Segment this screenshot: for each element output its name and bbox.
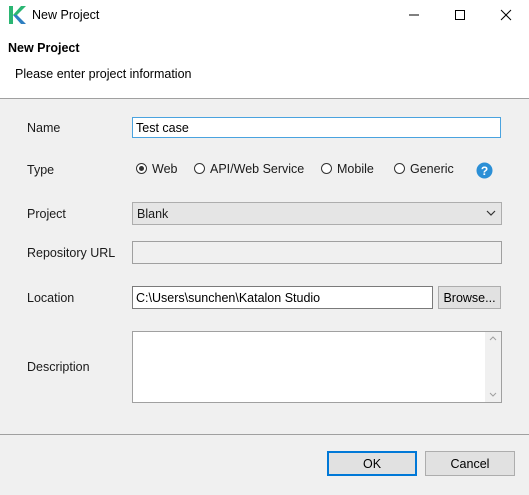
minimize-icon [409,14,419,16]
location-field[interactable] [132,286,433,309]
maximize-icon [455,10,465,20]
name-label: Name [27,121,61,135]
description-label: Description [27,360,90,374]
header-title: New Project [8,41,80,55]
window-title: New Project [32,8,100,22]
close-icon [500,9,512,21]
project-select-value: Blank [137,207,169,221]
window-titlebar: New Project [0,0,529,30]
header-message: Please enter project information [15,67,192,81]
description-scrollbar[interactable] [485,332,501,402]
scroll-down-icon[interactable] [489,392,497,397]
radio-web-label: Web [152,162,178,176]
description-field[interactable] [132,331,502,403]
radio-generic-label: Generic [410,162,454,176]
scroll-up-icon[interactable] [489,336,497,341]
radio-mobile-label: Mobile [337,162,374,176]
repository-url-field[interactable] [132,241,502,264]
location-label: Location [27,291,75,305]
cancel-button[interactable]: Cancel [425,451,515,476]
project-label: Project [27,207,66,221]
repository-url-label: Repository URL [27,246,116,260]
dialog-header: New Project Please enter project informa… [0,30,529,99]
minimize-button[interactable] [391,0,437,30]
chevron-down-icon [486,210,496,216]
ok-button[interactable]: OK [327,451,417,476]
type-label: Type [27,163,55,177]
close-button[interactable] [483,0,529,30]
katalon-logo-icon [8,6,26,24]
browse-button[interactable]: Browse... [438,286,501,309]
radio-web-indicator[interactable] [136,163,147,174]
maximize-button[interactable] [437,0,483,30]
radio-api-web-service-indicator[interactable] [194,163,205,174]
project-select[interactable]: Blank [132,202,502,225]
name-field[interactable] [132,117,501,138]
radio-generic-indicator[interactable] [394,163,405,174]
help-icon[interactable]: ? [476,162,493,179]
radio-mobile-indicator[interactable] [321,163,332,174]
svg-text:?: ? [481,164,488,178]
footer-divider [0,434,529,435]
radio-api-web-service-label: API/Web Service [210,162,305,176]
